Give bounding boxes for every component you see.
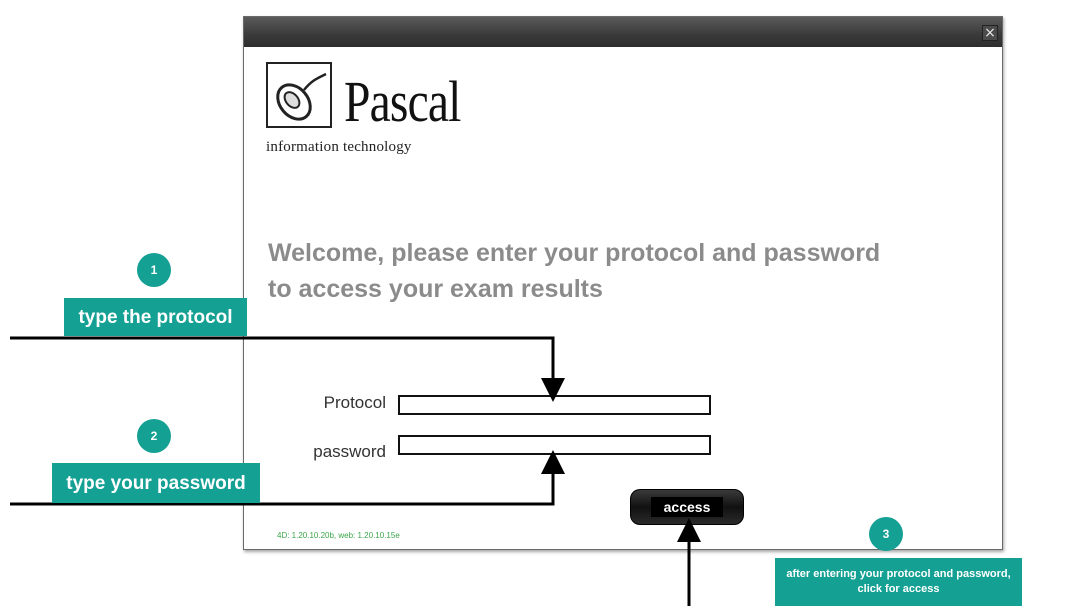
step2-label: type your password <box>52 463 260 503</box>
step3-label: after entering your protocol and passwor… <box>775 558 1022 606</box>
step2-badge: 2 <box>137 419 171 453</box>
step1-label: type the protocol <box>64 298 247 336</box>
step3-badge: 3 <box>869 517 903 551</box>
step1-badge: 1 <box>137 253 171 287</box>
arrow-to-protocol <box>10 336 565 402</box>
